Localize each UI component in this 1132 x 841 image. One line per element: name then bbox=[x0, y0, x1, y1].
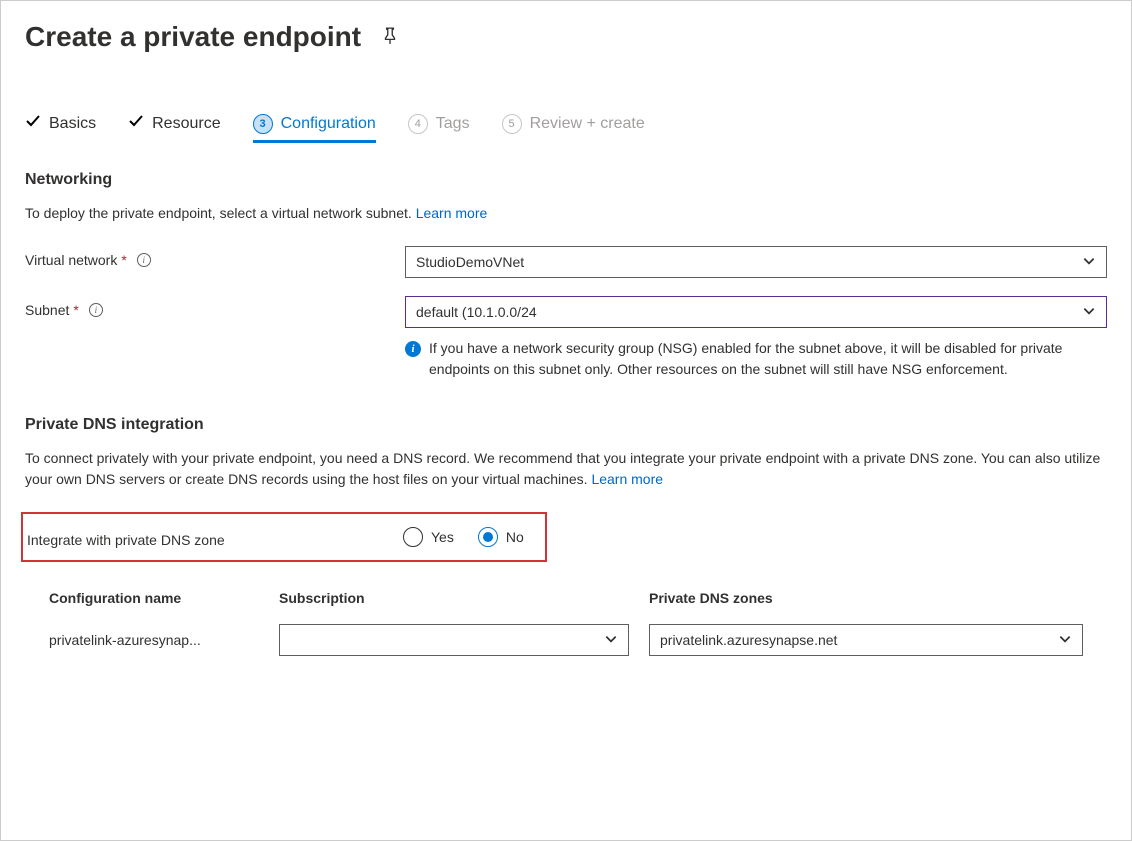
radio-icon bbox=[403, 527, 423, 547]
integrate-dns-row: Integrate with private DNS zone Yes No bbox=[21, 512, 547, 562]
step-number: 3 bbox=[253, 114, 273, 134]
wizard-tabs: Basics Resource 3 Configuration 4 Tags 5… bbox=[25, 113, 1107, 143]
title-row: Create a private endpoint bbox=[25, 21, 1107, 53]
vnet-value: StudioDemoVNet bbox=[416, 254, 524, 270]
page-title: Create a private endpoint bbox=[25, 21, 361, 53]
dns-heading: Private DNS integration bbox=[25, 416, 1107, 434]
tab-label: Resource bbox=[152, 115, 220, 133]
dns-table: Configuration name privatelink-azuresyna… bbox=[25, 590, 1107, 656]
tab-resource[interactable]: Resource bbox=[128, 113, 220, 143]
chevron-down-icon bbox=[1082, 304, 1096, 321]
tab-label: Basics bbox=[49, 115, 96, 133]
learn-more-link[interactable]: Learn more bbox=[591, 471, 663, 487]
learn-more-link[interactable]: Learn more bbox=[416, 205, 488, 221]
vnet-select[interactable]: StudioDemoVNet bbox=[405, 246, 1107, 278]
chevron-down-icon bbox=[1058, 632, 1072, 649]
page-container: Create a private endpoint Basics Resourc… bbox=[0, 0, 1132, 841]
subnet-row: Subnet * i default (10.1.0.0/24 i If you… bbox=[25, 296, 1107, 380]
tab-basics[interactable]: Basics bbox=[25, 113, 96, 143]
networking-description: To deploy the private endpoint, select a… bbox=[25, 203, 1107, 224]
pin-icon[interactable] bbox=[381, 27, 399, 48]
tab-label: Tags bbox=[436, 115, 470, 133]
radio-yes[interactable]: Yes bbox=[403, 527, 454, 547]
col-config-name: Configuration name bbox=[49, 590, 279, 624]
config-name-cell: privatelink-azuresynap... bbox=[49, 624, 279, 656]
col-dns-zones: Private DNS zones bbox=[649, 590, 1083, 624]
dns-zone-value: privatelink.azuresynapse.net bbox=[660, 632, 837, 648]
info-icon[interactable]: i bbox=[89, 303, 103, 317]
tab-tags[interactable]: 4 Tags bbox=[408, 113, 470, 143]
integrate-label: Integrate with private DNS zone bbox=[23, 526, 403, 548]
step-number: 5 bbox=[502, 114, 522, 134]
info-icon[interactable]: i bbox=[137, 253, 151, 267]
dns-description: To connect privately with your private e… bbox=[25, 448, 1107, 490]
step-number: 4 bbox=[408, 114, 428, 134]
chevron-down-icon bbox=[604, 632, 618, 649]
subnet-select[interactable]: default (10.1.0.0/24 bbox=[405, 296, 1107, 328]
vnet-row: Virtual network * i StudioDemoVNet bbox=[25, 246, 1107, 278]
tab-review-create[interactable]: 5 Review + create bbox=[502, 113, 645, 143]
check-icon bbox=[25, 113, 41, 134]
integrate-radio-group: Yes No bbox=[403, 527, 524, 547]
subscription-select[interactable] bbox=[279, 624, 629, 656]
dns-zone-select[interactable]: privatelink.azuresynapse.net bbox=[649, 624, 1083, 656]
required-asterisk: * bbox=[73, 302, 78, 318]
required-asterisk: * bbox=[121, 252, 126, 268]
tab-label: Configuration bbox=[281, 115, 376, 133]
vnet-label: Virtual network * i bbox=[25, 246, 405, 268]
chevron-down-icon bbox=[1082, 254, 1096, 271]
networking-heading: Networking bbox=[25, 171, 1107, 189]
subnet-label: Subnet * i bbox=[25, 296, 405, 318]
tab-configuration[interactable]: 3 Configuration bbox=[253, 113, 376, 143]
col-subscription: Subscription bbox=[279, 590, 649, 624]
radio-no[interactable]: No bbox=[478, 527, 524, 547]
info-icon: i bbox=[405, 341, 421, 357]
subnet-value: default (10.1.0.0/24 bbox=[416, 304, 537, 320]
check-icon bbox=[128, 113, 144, 134]
nsg-note: i If you have a network security group (… bbox=[405, 338, 1107, 380]
radio-icon bbox=[478, 527, 498, 547]
tab-label: Review + create bbox=[530, 115, 645, 133]
